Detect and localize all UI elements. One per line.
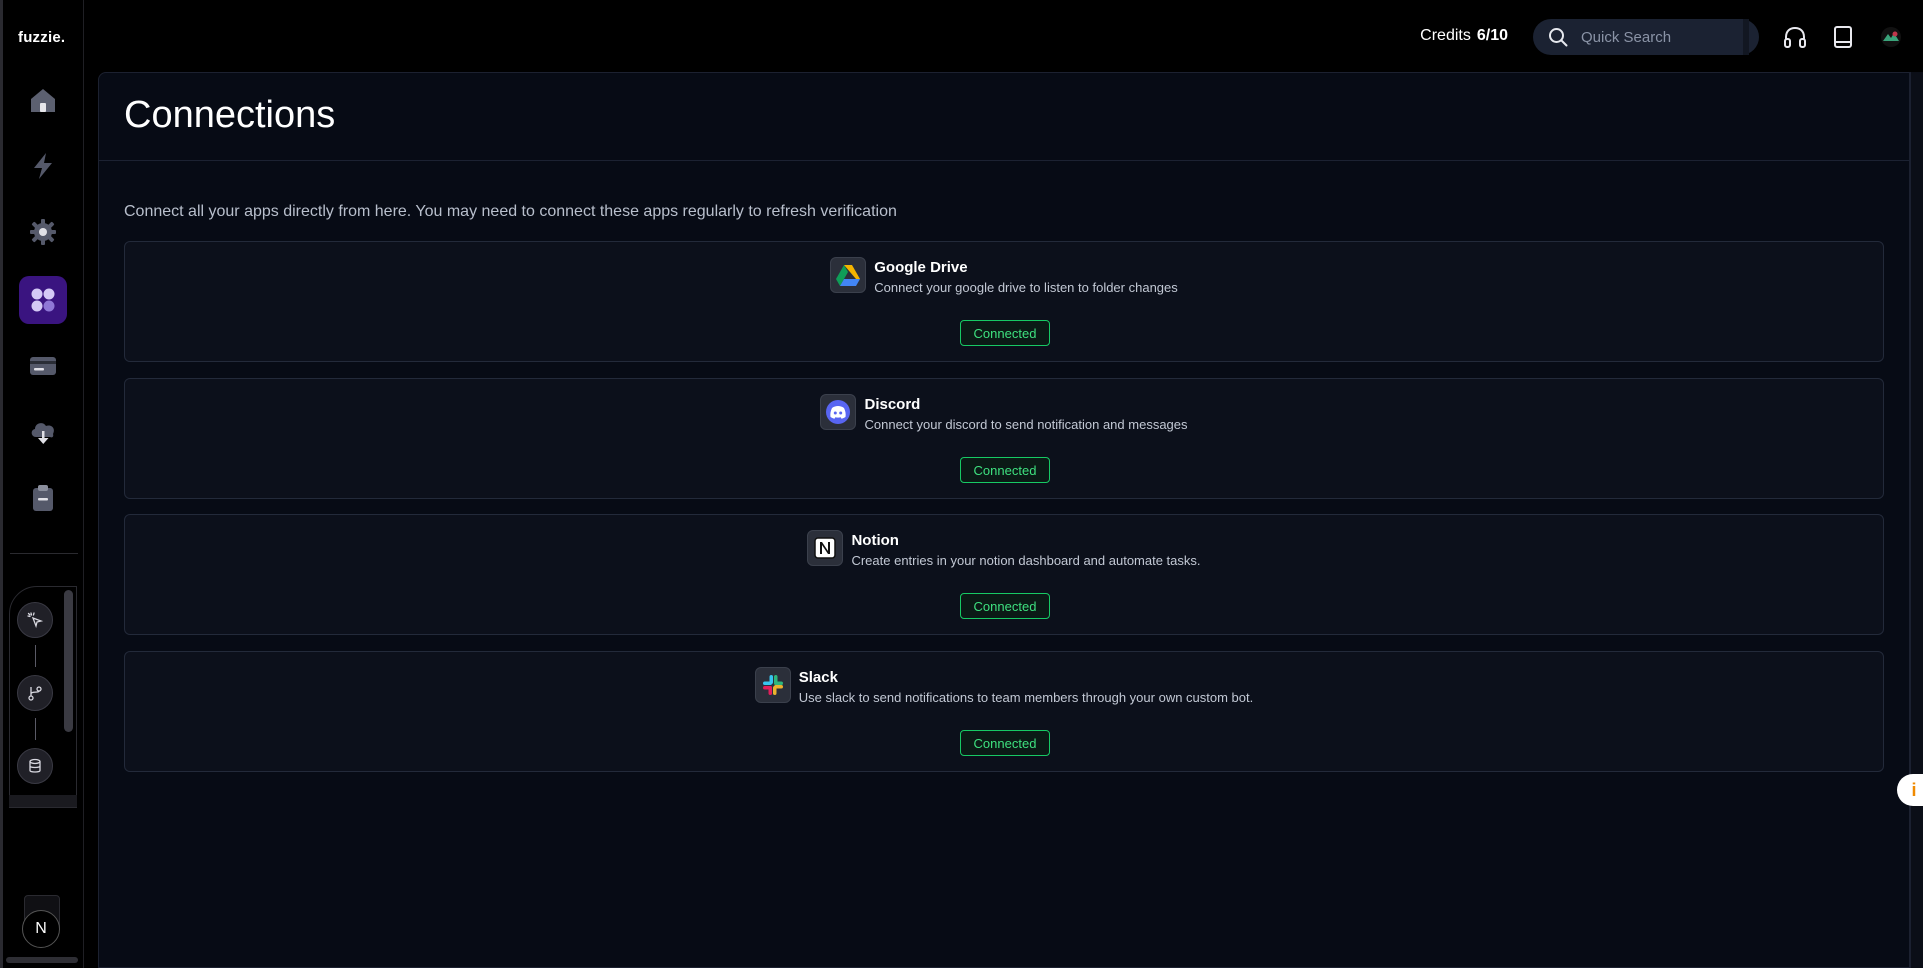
- connected-button[interactable]: Connected: [960, 593, 1050, 619]
- cursor-click-icon: [27, 612, 44, 629]
- book-icon: [1834, 26, 1852, 48]
- app-icon-frame: [820, 394, 857, 430]
- grid-icon: [31, 288, 55, 312]
- card-header-content: Slack Use slack to send notifications to…: [754, 667, 1254, 705]
- app-icon-frame: [830, 257, 867, 293]
- card-header: Notion Create entries in your notion das…: [125, 530, 1883, 568]
- help-widget[interactable]: i: [1897, 774, 1923, 806]
- flow-node-action[interactable]: [17, 675, 53, 711]
- git-branch-icon: [28, 686, 42, 701]
- app-logo[interactable]: fuzzie.: [18, 29, 65, 46]
- support-button[interactable]: [1780, 22, 1810, 52]
- lightning-icon: [34, 153, 52, 179]
- home-icon: [31, 89, 55, 112]
- docs-button[interactable]: [1828, 22, 1858, 52]
- connected-button[interactable]: Connected: [960, 457, 1050, 483]
- connection-card-notion: Notion Create entries in your notion das…: [124, 514, 1884, 635]
- connection-name: Notion: [851, 532, 899, 549]
- connection-text: Google Drive Connect your google drive t…: [874, 257, 1178, 295]
- connection-description: Connect your google drive to listen to f…: [874, 280, 1178, 295]
- search-input-edge: [1743, 19, 1749, 55]
- connection-description: Create entries in your notion dashboard …: [851, 553, 1201, 568]
- connection-text: Notion Create entries in your notion das…: [851, 530, 1200, 568]
- credits-value: 6/10: [1476, 27, 1508, 44]
- sidebar-item-workflows[interactable]: [19, 142, 67, 190]
- page-title: Connections: [124, 94, 336, 136]
- google-drive-icon: [836, 265, 861, 286]
- connection-description: Use slack to send notifications to team …: [798, 690, 1254, 705]
- connection-text: Slack Use slack to send notifications to…: [799, 667, 1254, 705]
- title-divider: [99, 160, 1910, 161]
- search-icon: [1549, 28, 1568, 47]
- connected-button[interactable]: Connected: [960, 320, 1050, 346]
- sidebar-item-billing[interactable]: [19, 342, 67, 390]
- flow-panel-footer: [9, 795, 77, 807]
- card-header-content: Google Drive Connect your google drive t…: [830, 257, 1178, 295]
- sidebar-item-home[interactable]: [19, 76, 67, 124]
- sidebar-item-settings[interactable]: [19, 208, 67, 256]
- sidebar: fuzzie. N: [0, 0, 84, 968]
- database-icon: [29, 758, 41, 773]
- connection-name: Slack: [798, 669, 838, 686]
- card-header: Slack Use slack to send notifications to…: [125, 667, 1883, 705]
- connection-card-discord: Discord Connect your discord to send not…: [124, 378, 1884, 499]
- slack-icon: [762, 675, 783, 695]
- sidebar-item-templates[interactable]: [19, 408, 67, 456]
- connection-card-slack: Slack Use slack to send notifications to…: [124, 651, 1884, 772]
- page-description: Connect all your apps directly from here…: [124, 203, 897, 220]
- user-avatar[interactable]: N: [22, 910, 60, 948]
- clipboard-icon: [33, 485, 53, 511]
- flow-panel-scrollbar[interactable]: [64, 590, 73, 732]
- main-scrollbar[interactable]: [1910, 72, 1923, 968]
- connection-card-google-drive: Google Drive Connect your google drive t…: [124, 241, 1884, 362]
- sidebar-item-logs[interactable]: [19, 474, 67, 522]
- credits-indicator: Credits 6/10: [1420, 27, 1508, 45]
- headphones-icon: [1784, 26, 1806, 48]
- flow-node-trigger[interactable]: [17, 602, 53, 638]
- user-avatar-icon: [1881, 27, 1901, 47]
- card-header: Google Drive Connect your google drive t…: [125, 257, 1883, 295]
- discord-icon: [826, 400, 851, 424]
- notion-icon: [814, 537, 837, 559]
- search-input[interactable]: [1581, 19, 1747, 55]
- window-edge: [0, 0, 3, 968]
- flow-connector: [35, 645, 36, 667]
- credits-label: Credits: [1420, 27, 1471, 44]
- cloud-download-icon: [31, 423, 54, 444]
- gear-icon: [30, 219, 56, 245]
- sidebar-item-connections[interactable]: [19, 276, 67, 324]
- app-icon-frame: [754, 667, 791, 703]
- card-header-content: Notion Create entries in your notion das…: [807, 530, 1201, 568]
- card-header: Discord Connect your discord to send not…: [125, 394, 1883, 432]
- card-icon: [30, 357, 56, 375]
- connection-name: Discord: [864, 396, 921, 413]
- connected-button[interactable]: Connected: [960, 730, 1050, 756]
- flow-connector: [35, 718, 36, 740]
- sidebar-divider: [10, 553, 78, 554]
- connection-description: Connect your discord to send notificatio…: [864, 417, 1188, 432]
- app-icon-frame: [807, 530, 844, 566]
- connection-text: Discord Connect your discord to send not…: [864, 394, 1187, 432]
- sidebar-horizontal-scrollbar[interactable]: [6, 957, 78, 963]
- connection-name: Google Drive: [874, 259, 968, 276]
- flow-node-storage[interactable]: [17, 748, 53, 784]
- quick-search[interactable]: [1533, 19, 1759, 55]
- info-icon: i: [1911, 779, 1917, 800]
- profile-button[interactable]: [1876, 22, 1906, 52]
- card-header-content: Discord Connect your discord to send not…: [820, 394, 1188, 432]
